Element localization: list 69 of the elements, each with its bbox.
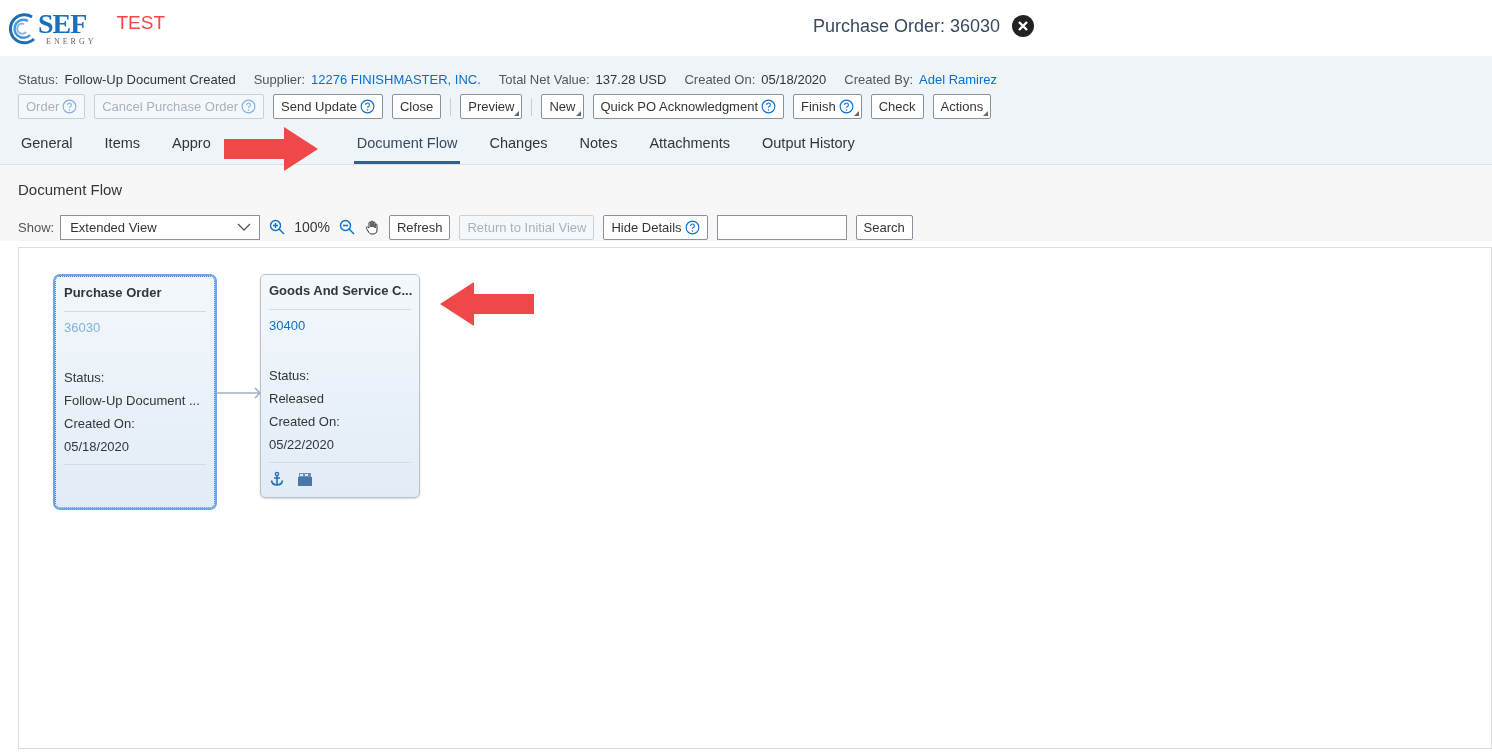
action-button[interactable]: Preview xyxy=(460,94,523,119)
connector-arrow xyxy=(216,387,262,399)
chevron-down-icon xyxy=(237,223,252,231)
page-title: Purchase Order: 36030 xyxy=(812,15,1001,37)
node-title: Goods And Service C... xyxy=(269,283,411,310)
fact-label: Created By: xyxy=(844,71,913,87)
help-icon xyxy=(761,99,777,114)
close-icon[interactable] xyxy=(1012,15,1035,37)
folder-icon[interactable] xyxy=(297,471,313,487)
fact-label: Supplier: xyxy=(253,71,305,87)
environment-label: TEST xyxy=(116,12,165,34)
fact-link[interactable]: 12276 FINISHMASTER, INC. xyxy=(311,71,481,87)
action-button[interactable]: Actions xyxy=(932,94,992,119)
fact-value: Follow-Up Document Created xyxy=(64,71,236,87)
hand-icon[interactable] xyxy=(363,219,380,235)
node-value: 05/22/2020 xyxy=(269,436,336,454)
help-icon xyxy=(684,219,700,235)
tab[interactable]: Output History xyxy=(759,129,858,164)
action-button[interactable]: Quick PO Acknowledgment xyxy=(592,94,785,119)
menu-corner-icon xyxy=(514,111,520,116)
section-title: Document Flow xyxy=(18,181,124,200)
help-icon xyxy=(360,99,375,114)
refresh-button[interactable]: Refresh xyxy=(388,214,451,240)
fact-value: 137.28 USD xyxy=(595,71,667,87)
node-label: Status: xyxy=(269,367,311,385)
menu-corner-icon xyxy=(575,111,581,116)
help-icon xyxy=(62,99,78,114)
node-value: 05/18/2020 xyxy=(64,438,131,456)
menu-corner-icon xyxy=(853,111,859,116)
node-value: Follow-Up Document ... xyxy=(64,392,201,410)
help-icon xyxy=(241,99,257,114)
node-label: Status: xyxy=(64,369,106,387)
node-title: Purchase Order xyxy=(64,285,206,312)
view-select[interactable]: Extended View xyxy=(60,214,261,240)
zoom-in-icon[interactable] xyxy=(269,219,286,235)
search-field[interactable] xyxy=(716,214,847,240)
action-button[interactable]: Finish xyxy=(793,94,862,119)
search-button[interactable]: Search xyxy=(855,214,913,240)
fact-label: Total Net Value: xyxy=(498,71,590,87)
help-icon xyxy=(838,99,854,114)
anchor-icon[interactable] xyxy=(269,471,285,487)
tab[interactable]: Items xyxy=(101,129,144,164)
swirl-logo-icon xyxy=(6,11,36,45)
action-button[interactable]: New xyxy=(541,94,584,119)
action-button[interactable]: Send Update xyxy=(273,94,383,119)
node-value: Released xyxy=(269,390,325,408)
action-button[interactable]: Close xyxy=(392,94,442,119)
tab[interactable]: Changes xyxy=(486,129,551,164)
node-number[interactable]: 30400 xyxy=(269,318,306,333)
show-label: Show: xyxy=(18,219,55,235)
action-button[interactable]: Check xyxy=(870,94,924,119)
zoom-out-icon[interactable] xyxy=(338,219,355,235)
flow-node[interactable]: Purchase Order 36030 Status: Follow-Up Document ... Created On: 05/18/2020 xyxy=(55,276,215,508)
fact-link[interactable]: Adel Ramirez xyxy=(919,71,998,87)
tab[interactable]: General xyxy=(18,129,76,164)
node-label: Created On: xyxy=(269,413,341,431)
menu-corner-icon xyxy=(983,111,989,116)
zoom-level: 100% xyxy=(294,219,330,235)
fact-label: Created On: xyxy=(684,71,756,87)
flow-node[interactable]: Goods And Service C... 30400 Status: Released Created On: 05/22/2020 xyxy=(260,274,420,498)
hide-details-button[interactable]: Hide Details xyxy=(603,214,708,240)
tab[interactable]: Appro xyxy=(169,129,214,164)
tab[interactable]: Notes xyxy=(576,129,621,164)
node-label: Created On: xyxy=(64,415,136,433)
logo-tagline: ENERGY xyxy=(46,38,97,46)
tab[interactable]: Attachments xyxy=(646,129,733,164)
fact-value: 05/18/2020 xyxy=(761,71,827,87)
logo-word: SEF xyxy=(38,10,87,38)
fact-label: Status: xyxy=(18,71,59,87)
